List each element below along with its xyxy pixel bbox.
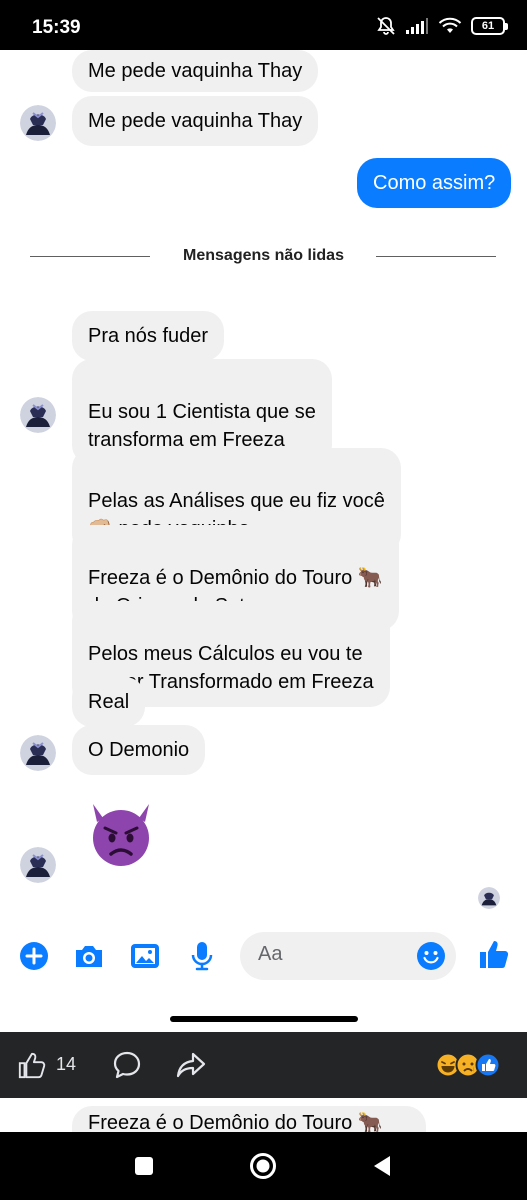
message-bubble[interactable]: Me pede vaquinha Thay — [72, 96, 319, 146]
share-icon[interactable] — [176, 1051, 206, 1079]
message-text: Me pede vaquinha Thay — [88, 60, 303, 82]
divider-line-right — [376, 256, 496, 257]
angry-devil-emoji[interactable] — [85, 798, 157, 870]
message-text: Como assim? — [373, 172, 496, 194]
reaction-summary[interactable] — [435, 1052, 511, 1078]
mute-bell-icon — [377, 17, 395, 35]
contact-avatar[interactable] — [20, 397, 56, 433]
comment-icon[interactable] — [112, 1050, 142, 1080]
message-input[interactable] — [258, 943, 408, 966]
system-navigation-bar — [0, 1132, 527, 1200]
home-icon — [250, 1153, 276, 1179]
preview-text: Freeza é o Demônio do Touro 🐂 — [88, 1112, 383, 1132]
message-bubble[interactable]: Real — [72, 677, 146, 727]
like-icon[interactable] — [17, 1050, 47, 1080]
contact-avatar[interactable] — [20, 847, 56, 883]
back-icon — [374, 1156, 390, 1176]
status-bar: 15:39 61 — [0, 0, 527, 50]
like-count: 14 — [56, 1054, 77, 1074]
home-button[interactable] — [249, 1152, 277, 1180]
avatar-image — [20, 105, 56, 141]
avatar-image — [20, 847, 56, 883]
plus-icon[interactable] — [16, 938, 52, 974]
avatar-image — [20, 735, 56, 771]
reaction-icons — [435, 1052, 501, 1078]
preview-bubble: Freeza é o Demônio do Touro 🐂 — [72, 1106, 426, 1132]
next-post-preview: Freeza é o Demônio do Touro 🐂 — [0, 1098, 527, 1132]
seen-indicator-avatar — [478, 887, 500, 909]
avatar-image — [20, 397, 56, 433]
chat-thread[interactable]: Me pede vaquinha Thay Me pede vaquinha T… — [0, 50, 527, 930]
thumbs-up-icon[interactable] — [476, 936, 512, 972]
recents-icon — [135, 1157, 153, 1175]
message-text: Pra nós fuder — [88, 325, 209, 347]
wifi-icon — [438, 17, 462, 33]
battery-level: 61 — [481, 20, 495, 32]
message-bubble[interactable]: Me pede vaquinha Thay — [72, 50, 319, 92]
seen-avatar-image — [478, 887, 500, 909]
message-text: Eu sou 1 Cientista que se transforma em … — [88, 401, 316, 451]
message-bubble[interactable]: Pra nós fuder — [72, 311, 225, 361]
home-indicator — [170, 1016, 358, 1022]
signal-icon — [406, 18, 428, 34]
recents-button[interactable] — [130, 1152, 158, 1180]
contact-avatar[interactable] — [20, 735, 56, 771]
status-time: 15:39 — [32, 17, 81, 38]
back-button[interactable] — [368, 1152, 396, 1180]
post-action-bar: 14 — [0, 1032, 527, 1098]
camera-icon[interactable] — [71, 938, 107, 974]
message-composer — [0, 930, 527, 990]
message-input-field[interactable] — [240, 932, 456, 980]
microphone-icon[interactable] — [184, 938, 220, 974]
message-text: O Demonio — [88, 739, 190, 761]
message-text: Real — [88, 691, 130, 713]
status-icons: 61 — [376, 16, 508, 36]
emoji-icon[interactable] — [416, 941, 446, 971]
my-message-bubble[interactable]: Como assim? — [357, 158, 512, 208]
battery-icon: 61 — [471, 17, 508, 35]
gallery-icon[interactable] — [127, 938, 163, 974]
message-text: Me pede vaquinha Thay — [88, 110, 303, 132]
message-bubble[interactable]: O Demonio — [72, 725, 206, 775]
contact-avatar[interactable] — [20, 105, 56, 141]
